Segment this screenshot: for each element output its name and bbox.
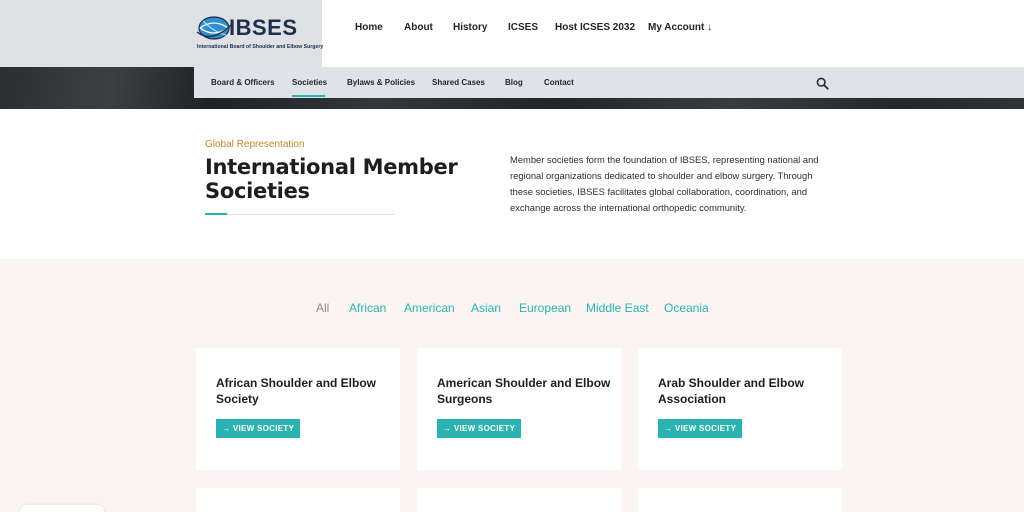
subnav-bylaws-policies[interactable]: Bylaws & Policies bbox=[347, 78, 415, 87]
filter-oceania[interactable]: Oceania bbox=[664, 301, 709, 315]
title-divider bbox=[205, 214, 395, 215]
nav-my-account[interactable]: My Account ↓ bbox=[648, 22, 712, 33]
nav-icses[interactable]: ICSES bbox=[508, 22, 538, 33]
view-society-button[interactable]: → VIEW SOCIETY bbox=[216, 419, 301, 438]
nav-home[interactable]: Home bbox=[355, 22, 383, 33]
nav-host-icses-2032[interactable]: Host ICSES 2032 bbox=[555, 22, 635, 33]
filter-asian[interactable]: Asian bbox=[471, 301, 501, 315]
subnav-contact[interactable]: Contact bbox=[544, 78, 574, 87]
society-card-partial bbox=[638, 488, 842, 512]
subnav-board-officers[interactable]: Board & Officers bbox=[211, 78, 275, 87]
brand-name: IBSES bbox=[229, 15, 298, 40]
intro-paragraph: Member societies form the foundation of … bbox=[510, 154, 819, 213]
title-accent-bar bbox=[205, 213, 227, 215]
subnav-shared-cases[interactable]: Shared Cases bbox=[432, 78, 485, 87]
society-card: Arab Shoulder and Elbow Association → VI… bbox=[638, 348, 842, 470]
society-card-partial bbox=[196, 488, 400, 512]
section-eyebrow: Global Representation bbox=[205, 139, 305, 150]
brand-tagline: International Board of Shoulder and Elbo… bbox=[197, 44, 324, 50]
filter-european[interactable]: European bbox=[519, 301, 571, 315]
subnav-blog[interactable]: Blog bbox=[505, 78, 523, 87]
search-icon[interactable] bbox=[816, 77, 829, 90]
society-name: American Shoulder and Elbow Surgeons bbox=[437, 376, 611, 406]
view-society-button[interactable]: → VIEW SOCIETY bbox=[437, 419, 522, 438]
nav-history[interactable]: History bbox=[453, 22, 487, 33]
logo-area[interactable]: IBSES International Board of Shoulder an… bbox=[0, 0, 324, 67]
society-name: African Shoulder and Elbow Society bbox=[216, 376, 377, 406]
filter-all[interactable]: All bbox=[316, 301, 329, 315]
page-title: International Member Societies bbox=[205, 155, 458, 203]
filter-american[interactable]: American bbox=[404, 301, 455, 315]
society-card-partial bbox=[417, 488, 621, 512]
subnav-societies[interactable]: Societies bbox=[292, 78, 327, 87]
filter-african[interactable]: African bbox=[349, 301, 386, 315]
society-name: Arab Shoulder and Elbow Association bbox=[658, 376, 805, 406]
active-subnav-underline bbox=[292, 95, 325, 97]
filter-middle-east[interactable]: Middle East bbox=[586, 301, 649, 315]
floating-widget[interactable] bbox=[20, 505, 104, 512]
nav-about[interactable]: About bbox=[404, 22, 433, 33]
society-card: African Shoulder and Elbow Society → VIE… bbox=[196, 348, 400, 470]
society-card: American Shoulder and Elbow Surgeons → V… bbox=[417, 348, 621, 470]
view-society-button[interactable]: → VIEW SOCIETY bbox=[658, 419, 743, 438]
